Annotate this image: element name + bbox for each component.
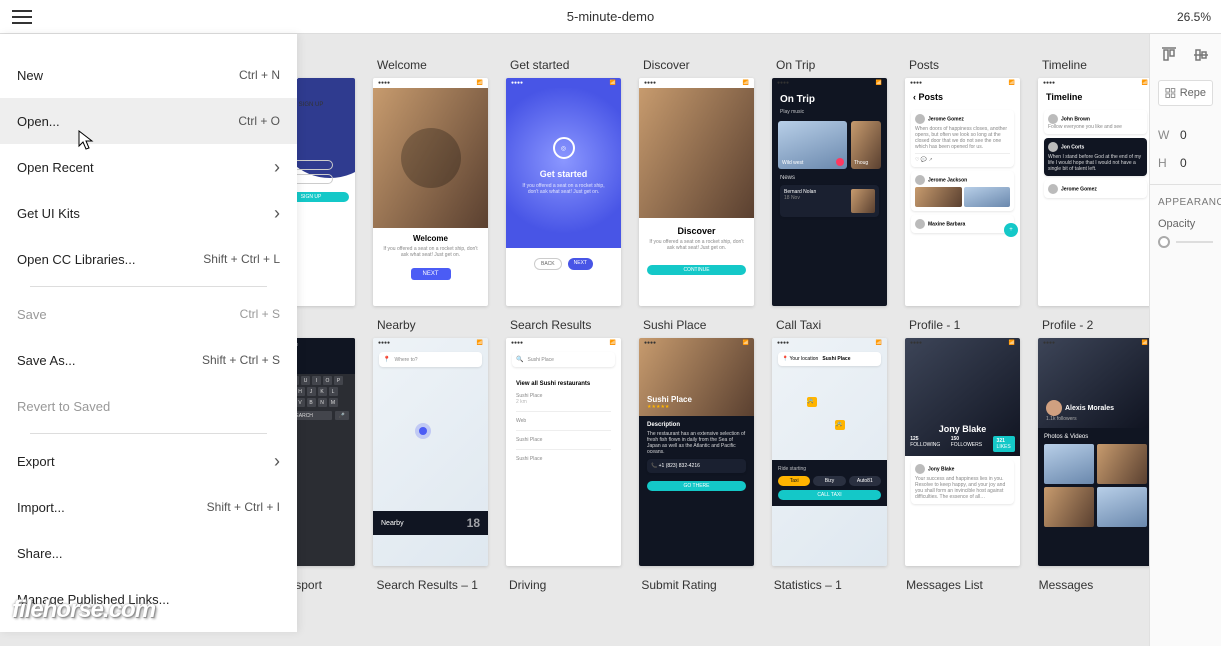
artboard-label[interactable]: Posts: [905, 58, 1020, 72]
artboard-label[interactable]: Submit Rating: [637, 578, 751, 592]
artboard[interactable]: Nearby●●●●📶📍Where to?Nearby18: [373, 318, 488, 566]
artboard-label[interactable]: Profile - 2: [1038, 318, 1149, 332]
chevron-right-icon: ›: [274, 451, 280, 472]
artboard[interactable]: Posts●●●●📶‹ PostsJerome GomezWhen doors …: [905, 58, 1020, 306]
artboard[interactable]: Profile - 2●●●●📶Alexis Morales1.1k follo…: [1038, 318, 1149, 566]
artboard-label[interactable]: Get started: [506, 58, 621, 72]
menu-item-get-ui-kits[interactable]: Get UI Kits ›: [15, 190, 282, 236]
artboard-label[interactable]: Nearby: [373, 318, 488, 332]
artboard[interactable]: Search Results – 1: [373, 578, 487, 598]
menu-item-label: Open...: [17, 114, 60, 129]
menu-item-new[interactable]: New Ctrl + N: [15, 52, 282, 98]
menu-item-import[interactable]: Import... Shift + Ctrl + I: [15, 484, 282, 530]
artboard[interactable]: Welcome●●●●📶WelcomeIf you offered a seat…: [373, 58, 488, 306]
artboard-label[interactable]: Sushi Place: [639, 318, 754, 332]
properties-panel: Repe W0 H0 APPEARANCE Opacity: [1149, 34, 1221, 646]
artboard[interactable]: Sushi Place●●●●📶Sushi Place★★★★★Descript…: [639, 318, 754, 566]
menu-item-label: Get UI Kits: [17, 206, 80, 221]
menu-item-share[interactable]: Share...: [15, 530, 282, 576]
artboard-label[interactable]: On Trip: [772, 58, 887, 72]
opacity-label: Opacity: [1158, 218, 1213, 230]
repeat-grid-label: Repe: [1180, 87, 1206, 99]
align-top-icon[interactable]: [1158, 44, 1180, 66]
artboard[interactable]: Driving: [505, 578, 619, 598]
menu-item-save[interactable]: Save Ctrl + S: [15, 291, 282, 337]
artboard[interactable]: Search Results●●●●📶🔍Sushi PlaceView all …: [506, 318, 621, 566]
menu-item-save-as[interactable]: Save As... Shift + Ctrl + S: [15, 337, 282, 383]
document-title: 5-minute-demo: [567, 9, 654, 24]
menu-item-open[interactable]: Open... Ctrl + O: [0, 98, 297, 144]
menu-item-shortcut: Shift + Ctrl + I: [207, 500, 280, 514]
menu-item-shortcut: Shift + Ctrl + L: [203, 252, 280, 266]
align-middle-icon[interactable]: [1190, 44, 1212, 66]
artboard-label[interactable]: Statistics – 1: [770, 578, 884, 592]
menu-item-shortcut: Ctrl + S: [240, 307, 280, 321]
artboard-label[interactable]: Call Taxi: [772, 318, 887, 332]
artboard-label[interactable]: Discover: [639, 58, 754, 72]
top-bar: 5-minute-demo 26.5%: [0, 0, 1221, 34]
menu-item-shortcut: Ctrl + O: [238, 114, 280, 128]
menu-item-label: Manage Published Links...: [17, 592, 169, 607]
width-field[interactable]: W0: [1158, 128, 1213, 142]
artboard-label[interactable]: Search Results – 1: [373, 578, 487, 592]
menu-item-label: Share...: [17, 546, 63, 561]
opacity-slider[interactable]: [1158, 236, 1213, 248]
artboard[interactable]: Profile - 1●●●●📶Jony Blake125FOLLOWING15…: [905, 318, 1020, 566]
repeat-grid-button[interactable]: Repe: [1158, 80, 1213, 106]
artboard-label[interactable]: Welcome: [373, 58, 488, 72]
artboard-label[interactable]: Search Results: [506, 318, 621, 332]
menu-item-label: Export: [17, 454, 55, 469]
menu-item-open-cc-libraries[interactable]: Open CC Libraries... Shift + Ctrl + L: [15, 236, 282, 282]
artboard[interactable]: Timeline●●●●📶TimelineJohn BrownFollow ev…: [1038, 58, 1149, 306]
artboard[interactable]: Messages: [1035, 578, 1149, 598]
artboard-label[interactable]: Profile - 1: [905, 318, 1020, 332]
menu-item-shortcut: Shift + Ctrl + S: [202, 353, 280, 367]
appearance-section-label: APPEARANCE: [1158, 197, 1213, 208]
file-menu: NewCtrl + NOpen...Ctrl + OOpen Recent›Ge…: [0, 34, 297, 632]
zoom-level[interactable]: 26.5%: [1177, 10, 1211, 24]
menu-item-label: Open Recent: [17, 160, 94, 175]
menu-item-export[interactable]: Export ›: [15, 438, 282, 484]
menu-item-label: Save As...: [17, 353, 76, 368]
artboard[interactable]: Statistics – 1: [770, 578, 884, 598]
menu-item-shortcut: Ctrl + N: [239, 68, 280, 82]
artboard[interactable]: Call Taxi●●●●📶📍 Your location Sushi Plac…: [772, 318, 887, 566]
menu-item-label: Revert to Saved: [17, 399, 110, 414]
artboard[interactable]: Get started●●●●📶◎Get startedIf you offer…: [506, 58, 621, 306]
menu-item-label: New: [17, 68, 43, 83]
height-field[interactable]: H0: [1158, 156, 1213, 170]
menu-item-manage-published-links[interactable]: Manage Published Links...: [15, 576, 282, 622]
menu-item-revert-to-saved[interactable]: Revert to Saved: [15, 383, 282, 429]
artboard-label[interactable]: Timeline: [1038, 58, 1149, 72]
artboard-label[interactable]: Messages: [1035, 578, 1149, 592]
chevron-right-icon: ›: [274, 157, 280, 178]
menu-item-label: Import...: [17, 500, 65, 515]
artboard-label[interactable]: Driving: [505, 578, 619, 592]
grid-icon: [1165, 87, 1176, 99]
artboard[interactable]: Messages List: [902, 578, 1016, 598]
artboard-label[interactable]: Messages List: [902, 578, 1016, 592]
artboard[interactable]: On Trip●●●●📶On TripPlay musicWild westTh…: [772, 58, 887, 306]
menu-item-label: Open CC Libraries...: [17, 252, 136, 267]
menu-item-label: Save: [17, 307, 47, 322]
chevron-right-icon: ›: [274, 203, 280, 224]
hamburger-menu-button[interactable]: [0, 0, 44, 34]
artboard[interactable]: Discover●●●●📶DiscoverIf you offered a se…: [639, 58, 754, 306]
menu-item-open-recent[interactable]: Open Recent ›: [15, 144, 282, 190]
artboard[interactable]: Submit Rating: [637, 578, 751, 598]
